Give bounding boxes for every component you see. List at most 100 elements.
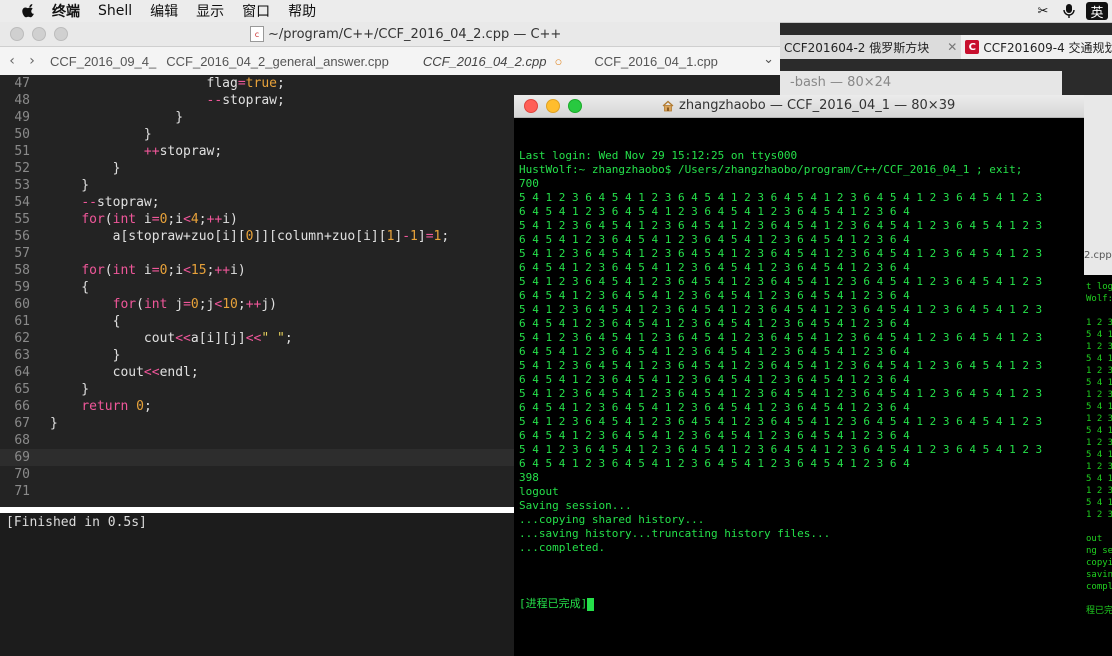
browser-tab-1[interactable]: CCF201604-2 俄罗斯方块 ✕ [780, 39, 961, 56]
home-icon [662, 100, 674, 111]
terminal-window[interactable]: zhangzhaobo — CCF_2016_04_1 — 80×39 Last… [514, 95, 1084, 656]
browser-tab-2[interactable]: C CCF201609-4 交通规划 [961, 35, 1112, 59]
terminal-line: ...completed. [519, 541, 606, 554]
browser-tab-1-label: CCF201604-2 俄罗斯方块 [784, 40, 930, 55]
line-number: 63 [14, 348, 30, 363]
input-method-icon[interactable]: 英 [1086, 2, 1108, 21]
terminal-window-controls [524, 99, 582, 113]
terminal-lines: Last login: Wed Nov 29 15:12:25 on ttys0… [519, 149, 1079, 569]
terminal-final-line: [进程已完成] [519, 597, 1079, 611]
line-number: 56 [14, 229, 30, 244]
line-number: 70 [14, 467, 30, 482]
terminal-line: 5 4 1 2 3 6 4 5 4 1 2 3 6 4 5 4 1 2 3 6 … [519, 275, 1043, 288]
line-number: 62 [14, 331, 30, 346]
code-text: { [50, 280, 90, 295]
tab-ccf-2016-09-4[interactable]: CCF_2016_09_4_ [40, 54, 166, 69]
background-bash-window[interactable]: -bash — 80×24 [780, 71, 1062, 95]
terminal-line: 5 4 1 2 3 6 4 5 4 1 2 3 6 4 5 4 1 2 3 6 … [519, 191, 1043, 204]
terminal-line: 5 4 1 2 3 6 4 5 4 1 2 3 6 4 5 4 1 2 3 6 … [519, 443, 1043, 456]
tab-label: CCF_2016_04_2.cpp [422, 53, 547, 69]
line-number: 61 [14, 314, 30, 329]
terminal-minimize-button[interactable] [546, 99, 560, 113]
close-button[interactable] [10, 27, 24, 41]
menu-item-view[interactable]: 显示 [196, 1, 224, 21]
terminal-line: 6 4 5 4 1 2 3 6 4 5 4 1 2 3 6 4 5 4 1 2 … [519, 289, 910, 302]
terminal-line: Saving session... [519, 499, 632, 512]
line-number: 66 [14, 399, 30, 414]
line-number: 64 [14, 365, 30, 380]
side-window-label: 2.cpp [1084, 250, 1112, 261]
minimize-button[interactable] [32, 27, 46, 41]
menu-bar: 终端 Shell 编辑 显示 窗口 帮助 ✂ 英 [0, 0, 1112, 23]
background-side-terminal[interactable]: t logi Wolf:~ 1 2 3 5 4 1 1 2 3 5 4 1 1 … [1084, 275, 1112, 656]
menu-app-name[interactable]: 终端 [52, 1, 80, 21]
code-text: cout<<endl; [50, 365, 199, 380]
terminal-line: 5 4 1 2 3 6 4 5 4 1 2 3 6 4 5 4 1 2 3 6 … [519, 387, 1043, 400]
line-number: 52 [14, 161, 30, 176]
microphone-icon[interactable] [1060, 2, 1078, 20]
ccf-logo-icon: C [965, 40, 980, 54]
line-number: 71 [14, 484, 30, 499]
line-number: 54 [14, 195, 30, 210]
terminal-titlebar[interactable]: zhangzhaobo — CCF_2016_04_1 — 80×39 [514, 95, 1084, 118]
code-text: cout<<a[i][j]<<" "; [50, 331, 293, 346]
code-text: for(int i=0;i<15;++i) [81, 263, 246, 278]
scissors-icon[interactable]: ✂ [1034, 2, 1052, 20]
terminal-line: 398 [519, 471, 539, 484]
code-text: { [50, 314, 121, 329]
side-terminal-text: t logi Wolf:~ 1 2 3 5 4 1 1 2 3 5 4 1 1 … [1086, 282, 1112, 616]
chevron-down-icon[interactable]: ⌄ [763, 52, 774, 67]
terminal-line: 5 4 1 2 3 6 4 5 4 1 2 3 6 4 5 4 1 2 3 6 … [519, 415, 1043, 428]
bash-window-title: -bash — 80×24 [790, 75, 892, 90]
editor-tab-bar: ‹ › CCF_2016_09_4_ CCF_2016_04_2_general… [0, 47, 780, 76]
terminal-line: 5 4 1 2 3 6 4 5 4 1 2 3 6 4 5 4 1 2 3 6 … [519, 247, 1043, 260]
zoom-button[interactable] [54, 27, 68, 41]
terminal-line: 6 4 5 4 1 2 3 6 4 5 4 1 2 3 6 4 5 4 1 2 … [519, 401, 910, 414]
code-text: return 0; [81, 399, 152, 414]
browser-tab-2-label: CCF201609-4 交通规划 [983, 40, 1112, 55]
code-text: } [50, 382, 90, 397]
code-text: } [50, 416, 58, 431]
line-number: 67 [14, 416, 30, 431]
terminal-line: 6 4 5 4 1 2 3 6 4 5 4 1 2 3 6 4 5 4 1 2 … [519, 317, 910, 330]
code-line[interactable]: 47 flag=true; [0, 75, 780, 92]
line-number: 60 [14, 297, 30, 312]
window-controls [10, 27, 68, 41]
tab-ccf-2016-04-2-general-answer[interactable]: CCF_2016_04_2_general_answer.cpp [156, 54, 399, 69]
terminal-line: 6 4 5 4 1 2 3 6 4 5 4 1 2 3 6 4 5 4 1 2 … [519, 261, 910, 274]
line-number: 47 [14, 76, 30, 91]
tab-ccf-2016-04-2[interactable]: CCF_2016_04_2.cpp ○ [413, 54, 572, 69]
text-cursor [587, 597, 595, 611]
chevron-right-icon[interactable]: › [24, 53, 40, 69]
terminal-line: 5 4 1 2 3 6 4 5 4 1 2 3 6 4 5 4 1 2 3 6 … [519, 303, 1043, 316]
menu-item-edit[interactable]: 编辑 [150, 1, 178, 21]
terminal-line: 5 4 1 2 3 6 4 5 4 1 2 3 6 4 5 4 1 2 3 6 … [519, 331, 1043, 344]
line-number: 59 [14, 280, 30, 295]
tab-ccf-2016-04-1[interactable]: CCF_2016_04_1.cpp [584, 54, 728, 69]
line-number: 58 [14, 263, 30, 278]
code-text: } [50, 178, 90, 193]
line-number: 68 [14, 433, 30, 448]
background-browser-tabs: CCF201604-2 俄罗斯方块 ✕ C CCF201609-4 交通规划 [780, 35, 1112, 59]
chevron-left-icon[interactable]: ‹ [4, 53, 20, 69]
terminal-output[interactable]: Last login: Wed Nov 29 15:12:25 on ttys0… [514, 118, 1084, 642]
code-text: } [50, 127, 152, 142]
terminal-line: 6 4 5 4 1 2 3 6 4 5 4 1 2 3 6 4 5 4 1 2 … [519, 457, 910, 470]
apple-icon[interactable] [22, 4, 36, 18]
line-number: 65 [14, 382, 30, 397]
terminal-line: HustWolf:~ zhangzhaobo$ /Users/zhangzhao… [519, 163, 1023, 176]
terminal-line: 6 4 5 4 1 2 3 6 4 5 4 1 2 3 6 4 5 4 1 2 … [519, 345, 910, 358]
editor-titlebar[interactable]: c ~/program/C++/CCF_2016_04_2.cpp — C++ [0, 22, 780, 47]
code-text: --stopraw; [81, 195, 160, 210]
menu-item-shell[interactable]: Shell [98, 3, 132, 19]
terminal-line: Last login: Wed Nov 29 15:12:25 on ttys0… [519, 149, 798, 162]
close-icon[interactable]: ✕ [947, 40, 957, 54]
line-number: 55 [14, 212, 30, 227]
menu-item-window[interactable]: 窗口 [242, 1, 270, 21]
terminal-close-button[interactable] [524, 99, 538, 113]
terminal-line: 6 4 5 4 1 2 3 6 4 5 4 1 2 3 6 4 5 4 1 2 … [519, 373, 910, 386]
line-number: 48 [14, 93, 30, 108]
terminal-zoom-button[interactable] [568, 99, 582, 113]
menu-item-help[interactable]: 帮助 [288, 1, 316, 21]
